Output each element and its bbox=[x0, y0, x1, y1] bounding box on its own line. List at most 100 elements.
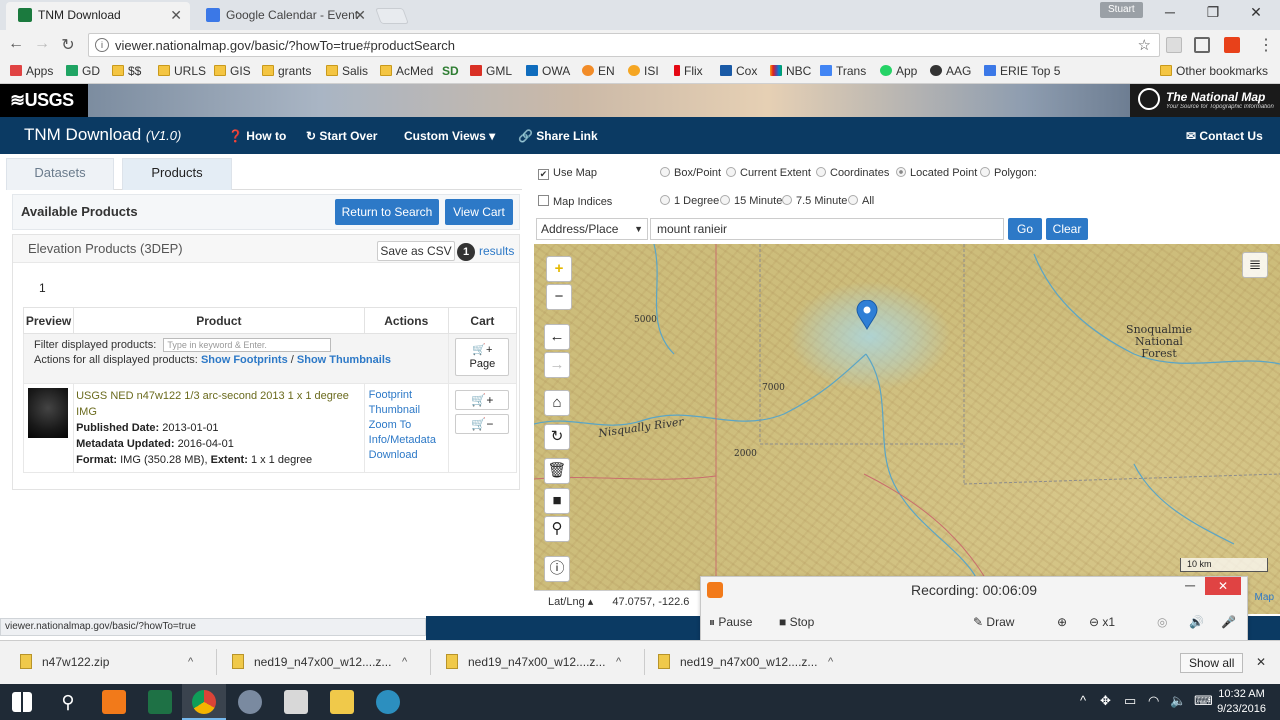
bookmark-owa[interactable]: OWA bbox=[526, 64, 570, 78]
url-field[interactable]: i viewer.nationalmap.gov/basic/?howTo=tr… bbox=[88, 33, 1160, 57]
show-thumbnails-link[interactable]: Show Thumbnails bbox=[297, 354, 391, 366]
bookmark-grants[interactable]: grants bbox=[262, 64, 311, 78]
start-over-link[interactable]: ↻ Start Over bbox=[306, 129, 377, 143]
webcam-icon[interactable]: ◎ bbox=[1157, 615, 1167, 629]
remove-from-cart-button[interactable]: 🛒− bbox=[455, 414, 510, 434]
map-attribution[interactable]: Map bbox=[1255, 592, 1274, 604]
polygon-radio[interactable]: Polygon: bbox=[980, 167, 1037, 179]
zoom-in-rec-icon[interactable]: ⊕ bbox=[1057, 615, 1067, 629]
elevation-products-header[interactable]: Elevation Products (3DEP) Save as CSV 1 … bbox=[13, 235, 519, 263]
volume-icon[interactable]: 🔈 bbox=[1170, 693, 1186, 709]
located-point-radio[interactable]: Located Point bbox=[896, 167, 977, 179]
close-tab-icon[interactable]: ✕ bbox=[170, 2, 182, 28]
show-all-downloads-button[interactable]: Show all bbox=[1180, 653, 1244, 673]
usgs-logo[interactable]: ≋USGS bbox=[0, 84, 88, 117]
results-link[interactable]: results bbox=[479, 244, 514, 258]
microphone-icon[interactable]: 🎤 bbox=[1221, 615, 1236, 629]
bookmark-gml[interactable]: GML bbox=[470, 64, 512, 78]
chrome-menu-icon[interactable]: ⋮ bbox=[1256, 35, 1276, 55]
back-extent-button[interactable]: ← bbox=[544, 324, 570, 350]
office-icon[interactable] bbox=[1224, 37, 1240, 53]
minimize-icon[interactable]: ─ bbox=[1185, 577, 1195, 593]
page-number[interactable]: 1 bbox=[39, 281, 46, 295]
return-to-search-button[interactable]: Return to Search bbox=[335, 199, 439, 225]
layers-icon[interactable]: ≣ bbox=[1242, 252, 1268, 278]
download-item[interactable]: ned19_n47x00_w12....z... ^ bbox=[446, 651, 636, 675]
window-app-icon[interactable] bbox=[284, 690, 308, 714]
system-clock[interactable]: 10:32 AM 9/23/2016 bbox=[1217, 687, 1266, 717]
add-page-to-cart-button[interactable]: 🛒+ Page bbox=[455, 338, 510, 376]
recorder-taskbar-icon[interactable] bbox=[102, 690, 126, 714]
share-link[interactable]: 🔗 Share Link bbox=[518, 129, 598, 143]
stop-button[interactable]: ■ Stop bbox=[779, 615, 814, 629]
reload-icon[interactable]: ↻ bbox=[58, 35, 78, 55]
bookmark-nbc[interactable]: NBC bbox=[770, 64, 811, 78]
chrome-icon[interactable] bbox=[192, 690, 216, 714]
url-text[interactable]: viewer.nationalmap.gov/basic/?howTo=true… bbox=[115, 38, 455, 53]
chevron-up-icon[interactable]: ^ bbox=[188, 651, 193, 673]
tray-chevron-icon[interactable]: ^ bbox=[1080, 693, 1086, 708]
download-item[interactable]: ned19_n47x00_w12....z... ^ bbox=[658, 651, 848, 675]
bookmark-apps[interactable]: Apps bbox=[10, 64, 53, 78]
bookmark-cox[interactable]: Cox bbox=[720, 64, 757, 78]
chevron-up-icon[interactable]: ^ bbox=[828, 651, 833, 673]
add-to-cart-button[interactable]: 🛒+ bbox=[455, 390, 510, 410]
draw-box-button[interactable]: ■ bbox=[544, 488, 570, 514]
keyboard-icon[interactable]: ⌨ bbox=[1194, 693, 1213, 709]
battery-icon[interactable]: ▭ bbox=[1124, 693, 1136, 709]
current-extent-radio[interactable]: Current Extent bbox=[726, 167, 811, 179]
file-explorer-icon[interactable] bbox=[330, 690, 354, 714]
close-recording-icon[interactable]: ✕ bbox=[1205, 577, 1241, 595]
bookmark-salis[interactable]: Salis bbox=[326, 64, 368, 78]
tab-tnm-download[interactable]: TNM Download ✕ bbox=[6, 2, 190, 30]
wifi-icon[interactable]: ◠ bbox=[1148, 693, 1159, 709]
zoom-to-link[interactable]: Zoom To bbox=[369, 418, 444, 433]
download-item[interactable]: ned19_n47x00_w12....z... ^ bbox=[232, 651, 422, 675]
use-map-checkbox[interactable]: ✔ Use Map bbox=[538, 167, 597, 180]
globe-app-icon[interactable] bbox=[376, 690, 400, 714]
bookmark-isi[interactable]: ISI bbox=[628, 64, 659, 78]
download-item[interactable]: n47w122.zip ^ bbox=[20, 651, 210, 675]
info-button[interactable]: ⓘ bbox=[544, 556, 570, 582]
close-downloads-icon[interactable]: ✕ bbox=[1256, 651, 1266, 675]
extension-icon[interactable] bbox=[1166, 37, 1182, 53]
seven-five-minute-radio[interactable]: 7.5 Minute bbox=[782, 195, 847, 207]
new-tab-button[interactable] bbox=[375, 8, 409, 24]
fifteen-minute-radio[interactable]: 15 Minute bbox=[720, 195, 782, 207]
national-map-logo[interactable]: The National Map Your Source for Topogra… bbox=[1130, 84, 1280, 117]
dropbox-icon[interactable]: ✥ bbox=[1100, 693, 1111, 709]
bookmark-acmed[interactable]: AcMed bbox=[380, 64, 433, 78]
excel-icon[interactable] bbox=[148, 690, 172, 714]
location-marker-icon[interactable] bbox=[856, 300, 878, 330]
footprint-link[interactable]: Footprint bbox=[369, 388, 444, 403]
one-degree-radio[interactable]: 1 Degree bbox=[660, 195, 719, 207]
bookmark-trans[interactable]: Trans bbox=[820, 64, 866, 78]
refresh-map-button[interactable]: ↻ bbox=[544, 424, 570, 450]
profile-badge[interactable]: Stuart bbox=[1100, 2, 1143, 18]
show-footprints-link[interactable]: Show Footprints bbox=[201, 354, 288, 366]
pause-button[interactable]: ⏸ Pause bbox=[709, 615, 752, 630]
info-icon[interactable]: i bbox=[95, 38, 109, 52]
zoom-out-rec-button[interactable]: ⊖ x1 bbox=[1089, 615, 1115, 629]
box-point-radio[interactable]: Box/Point bbox=[660, 167, 721, 179]
speaker-icon[interactable]: 🔊 bbox=[1189, 615, 1204, 629]
forward-extent-button[interactable]: → bbox=[544, 352, 570, 378]
search-icon[interactable]: ⚲ bbox=[56, 690, 80, 714]
bookmark-sd[interactable]: SD bbox=[442, 64, 459, 78]
save-csv-button[interactable]: Save as CSV bbox=[377, 241, 455, 261]
chevron-up-icon[interactable]: ^ bbox=[616, 651, 621, 673]
address-search-input[interactable]: mount ranieir bbox=[650, 218, 1004, 240]
bookmark-gd[interactable]: GD bbox=[66, 64, 100, 78]
chevron-up-icon[interactable]: ^ bbox=[402, 651, 407, 673]
place-marker-button[interactable]: ⚲ bbox=[544, 516, 570, 542]
close-window-icon[interactable]: ✕ bbox=[1246, 4, 1266, 21]
other-bookmarks[interactable]: Other bookmarks bbox=[1160, 64, 1268, 78]
bookmark-gis[interactable]: GIS bbox=[214, 64, 251, 78]
close-tab-icon[interactable]: ✕ bbox=[354, 2, 366, 28]
windows-start-icon[interactable] bbox=[12, 692, 32, 712]
tab-datasets[interactable]: Datasets bbox=[6, 158, 114, 190]
bookmark-star-icon[interactable]: ☆ bbox=[1138, 36, 1151, 54]
bookmark-en[interactable]: EN bbox=[582, 64, 615, 78]
tab-google-calendar[interactable]: Google Calendar - Event ✕ bbox=[194, 2, 374, 30]
zoom-out-button[interactable]: − bbox=[546, 284, 572, 310]
